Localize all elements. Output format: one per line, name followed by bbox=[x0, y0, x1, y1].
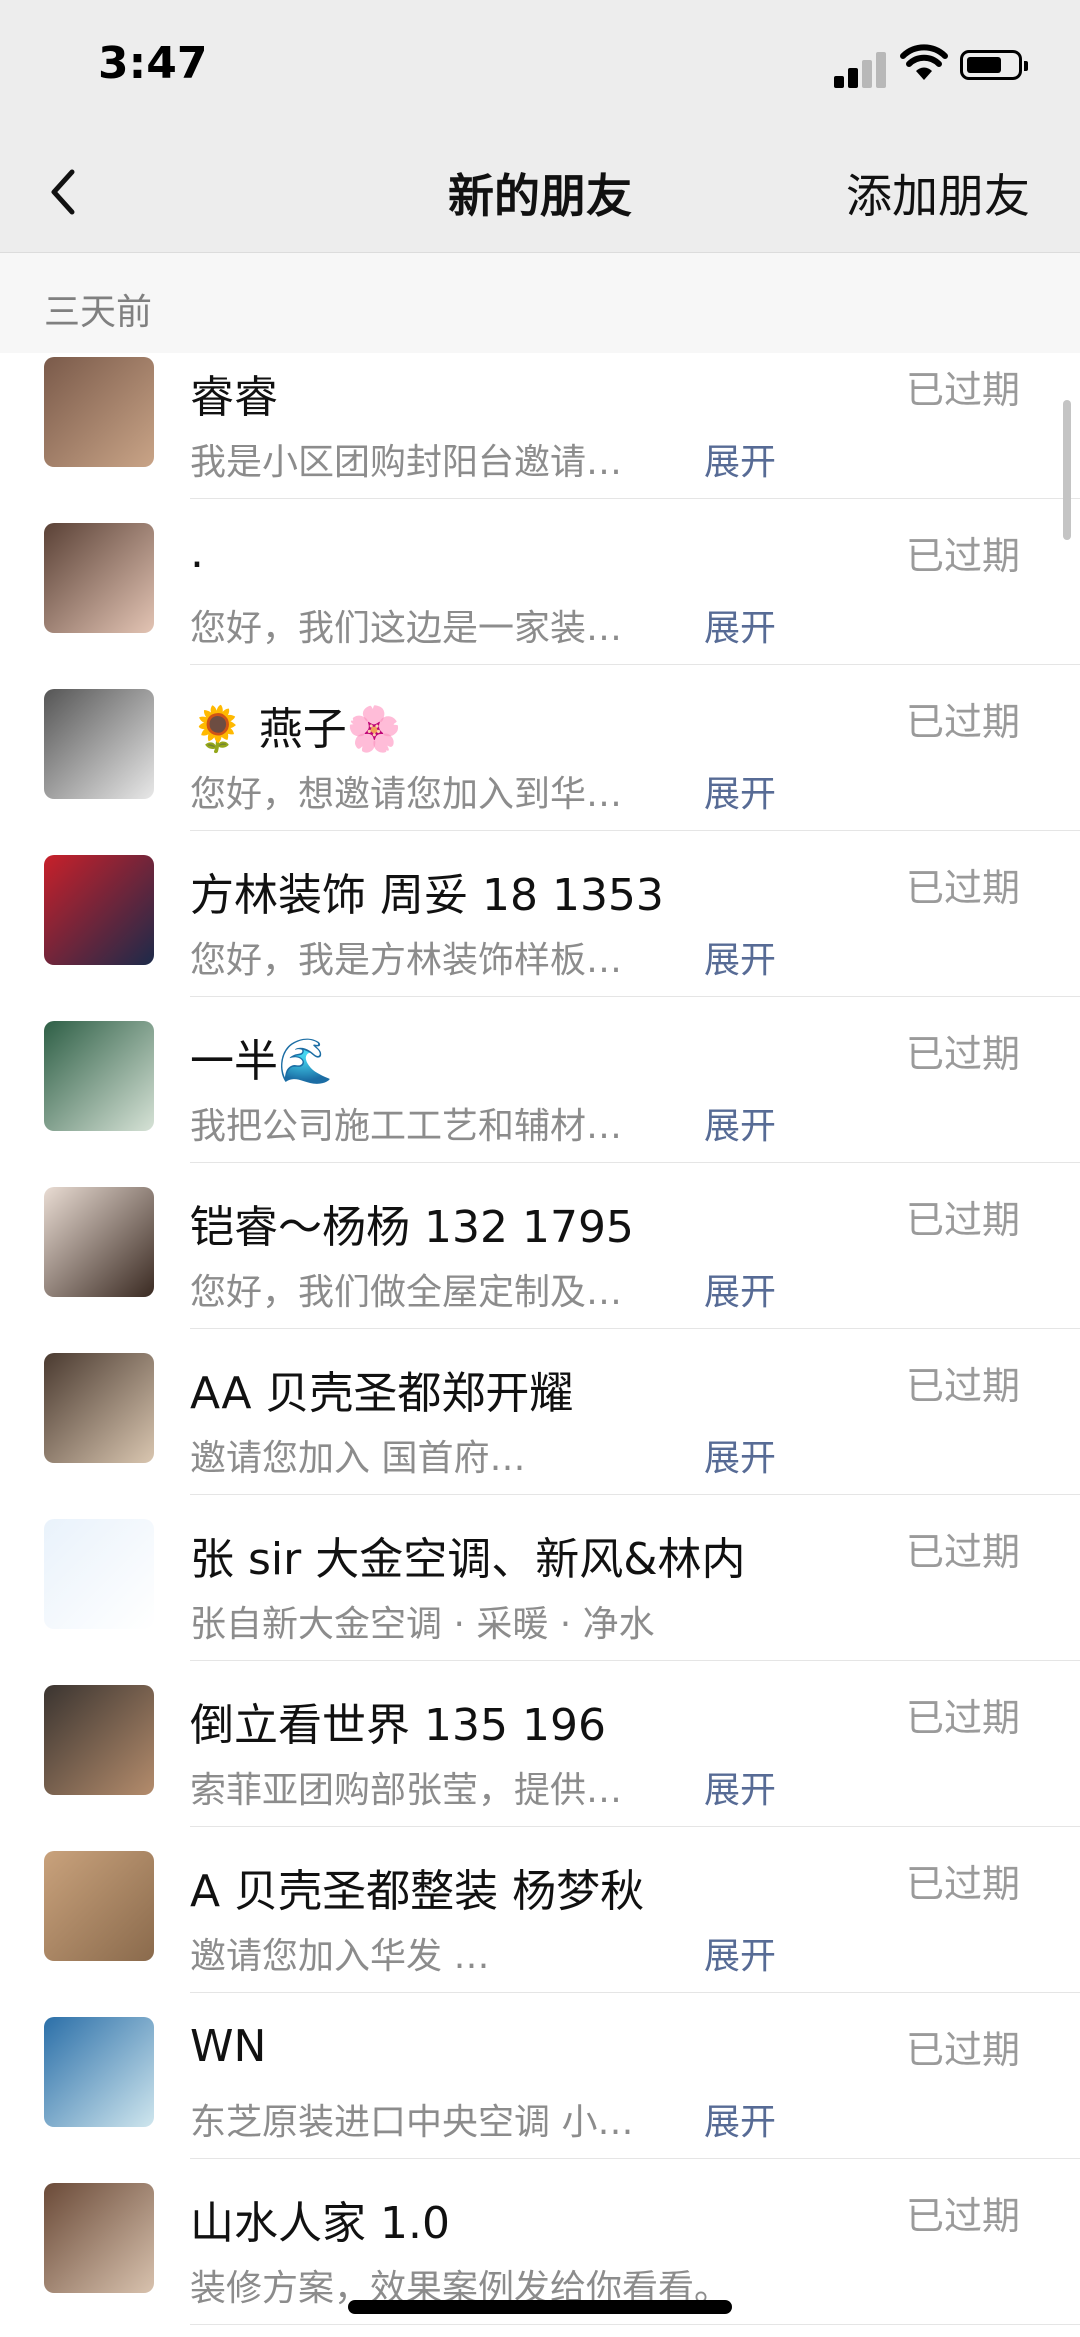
navigation-bar: 新的朋友 添加朋友 bbox=[0, 130, 1080, 253]
contact-name: 倒立看世界 135 196 bbox=[190, 1700, 606, 1751]
status-label: 已过期 bbox=[905, 1530, 1020, 1574]
status-label: 已过期 bbox=[905, 1364, 1020, 1408]
expand-link[interactable]: 展开 bbox=[704, 1429, 776, 1481]
status-time: 3:47 bbox=[98, 38, 208, 89]
status-label: 已过期 bbox=[905, 534, 1020, 578]
expand-link[interactable]: 展开 bbox=[704, 1097, 776, 1149]
list-item[interactable]: 铠睿～杨杨 132 1795 您好，我们做全屋定制及… 展开 已过期 bbox=[0, 1163, 1080, 1329]
expand-link[interactable]: 展开 bbox=[704, 599, 776, 651]
status-label: 已过期 bbox=[905, 2194, 1020, 2238]
list-item[interactable]: 睿睿我是小区团购封阳台邀请… 展开 已过期 bbox=[0, 353, 1080, 499]
expand-link[interactable]: 展开 bbox=[704, 1927, 776, 1979]
request-message: 我把公司施工工艺和辅材… bbox=[190, 1106, 623, 1147]
avatar[interactable] bbox=[44, 357, 154, 467]
avatar[interactable] bbox=[44, 2017, 154, 2127]
avatar[interactable] bbox=[44, 523, 154, 633]
section-header: 三天前 bbox=[0, 253, 1080, 353]
status-label: 已过期 bbox=[905, 368, 1020, 412]
request-message: 您好，想邀请您加入到华… bbox=[190, 774, 623, 815]
avatar[interactable] bbox=[44, 1685, 154, 1795]
contact-name: . bbox=[190, 527, 204, 578]
status-label: 已过期 bbox=[905, 1198, 1020, 1242]
list-item[interactable]: 🌻 燕子🌸 您好，想邀请您加入到华… 展开 已过期 bbox=[0, 665, 1080, 831]
avatar[interactable] bbox=[44, 689, 154, 799]
list-item[interactable]: A 贝壳圣都整装 杨梦秋邀请您加入华发 … 展开 已过期 bbox=[0, 1827, 1080, 1993]
expand-link[interactable]: 展开 bbox=[704, 931, 776, 983]
contact-name: WN bbox=[190, 2021, 267, 2072]
list-item[interactable]: 方林装饰 周妥 18 1353 您好，我是方林装饰样板… 展开 已过期 bbox=[0, 831, 1080, 997]
status-label: 已过期 bbox=[905, 2028, 1020, 2072]
status-label: 已过期 bbox=[905, 700, 1020, 744]
request-message: 您好，我们这边是一家装… bbox=[190, 608, 623, 649]
list-item[interactable]: . 您好，我们这边是一家装… 展开 已过期 bbox=[0, 499, 1080, 665]
expand-link[interactable]: 展开 bbox=[704, 433, 776, 485]
friend-request-list[interactable]: 睿睿 我是小区团购封阳台邀请… 展开 已过期. 您好，我们这边是一家装… 展开 已过期 🌻 燕… bbox=[0, 353, 1080, 2337]
contact-name: 山水人家 1.0 bbox=[190, 2198, 450, 2249]
section-label: 三天前 bbox=[44, 292, 153, 333]
avatar[interactable] bbox=[44, 1519, 154, 1629]
status-label: 已过期 bbox=[905, 1032, 1020, 1076]
divider bbox=[190, 2324, 1080, 2325]
list-item[interactable]: AA 贝壳圣都郑开耀邀请您加入 国首府… 展开 已过期 bbox=[0, 1329, 1080, 1495]
contact-name: 🌻 燕子🌸 bbox=[190, 704, 402, 755]
cellular-signal-icon bbox=[834, 48, 890, 88]
request-message: 张自新大金空调 · 采暖 · 净水 bbox=[190, 1604, 655, 1645]
request-message: 您好，我们做全屋定制及… bbox=[190, 1272, 623, 1313]
request-message: 邀请您加入华发 … bbox=[190, 1936, 490, 1977]
avatar[interactable] bbox=[44, 1187, 154, 1297]
expand-link[interactable]: 展开 bbox=[704, 1761, 776, 1813]
contact-name: AA 贝壳圣都郑开耀 bbox=[190, 1368, 574, 1419]
request-message: 我是小区团购封阳台邀请… bbox=[190, 442, 623, 483]
list-item[interactable]: 一半🌊 我把公司施工工艺和辅材… 展开 已过期 bbox=[0, 997, 1080, 1163]
status-bar: 3:47 bbox=[0, 0, 1080, 130]
request-message: 东芝原装进口中央空调 小… bbox=[190, 2102, 634, 2143]
add-friend-button[interactable]: 添加朋友 bbox=[846, 160, 1030, 226]
avatar[interactable] bbox=[44, 2183, 154, 2293]
avatar[interactable] bbox=[44, 1353, 154, 1463]
status-label: 已过期 bbox=[905, 1862, 1020, 1906]
contact-name: 方林装饰 周妥 18 1353 bbox=[190, 870, 664, 921]
avatar[interactable] bbox=[44, 855, 154, 965]
contact-name: A 贝壳圣都整装 杨梦秋 bbox=[190, 1866, 645, 1917]
contact-name: 张 sir 大金空调、新风&林内 bbox=[190, 1534, 746, 1585]
scrollbar[interactable] bbox=[1063, 400, 1071, 540]
list-item[interactable]: WN 东芝原装进口中央空调 小… 展开 已过期 bbox=[0, 1993, 1080, 2159]
contact-name: 睿睿 bbox=[190, 372, 278, 423]
list-item[interactable]: 张 sir 大金空调、新风&林内张自新大金空调 · 采暖 · 净水 已过期 bbox=[0, 1495, 1080, 1661]
home-indicator[interactable] bbox=[348, 2300, 732, 2314]
wifi-icon bbox=[900, 44, 948, 80]
expand-link[interactable]: 展开 bbox=[704, 2093, 776, 2145]
request-message: 您好，我是方林装饰样板… bbox=[190, 940, 623, 981]
status-label: 已过期 bbox=[905, 866, 1020, 910]
list-item[interactable]: 倒立看世界 135 196 索菲亚团购部张莹，提供… 展开 已过期 bbox=[0, 1661, 1080, 1827]
expand-link[interactable]: 展开 bbox=[704, 765, 776, 817]
avatar[interactable] bbox=[44, 1851, 154, 1961]
status-label: 已过期 bbox=[905, 1696, 1020, 1740]
avatar[interactable] bbox=[44, 1021, 154, 1131]
request-message: 索菲亚团购部张莹，提供… bbox=[190, 1770, 623, 1811]
request-message: 邀请您加入 国首府… bbox=[190, 1438, 526, 1479]
contact-name: 一半🌊 bbox=[190, 1036, 333, 1087]
expand-link[interactable]: 展开 bbox=[704, 1263, 776, 1315]
battery-icon bbox=[960, 50, 1028, 80]
contact-name: 铠睿～杨杨 132 1795 bbox=[190, 1202, 634, 1253]
